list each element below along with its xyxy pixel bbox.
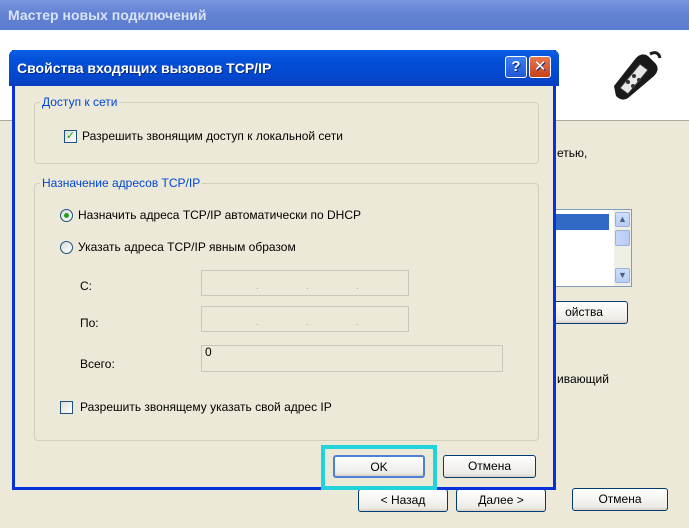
allow-lan-checkbox[interactable]: ✓ xyxy=(64,130,77,143)
explicit-address-label[interactable]: Указать адреса TCP/IP явным образом xyxy=(78,240,296,254)
phone-handset-icon xyxy=(606,46,664,104)
dialog-titlebar: Свойства входящих вызовов TCP/IP ? ✕ xyxy=(9,50,559,86)
dialog-title: Свойства входящих вызовов TCP/IP xyxy=(17,60,272,76)
scroll-down-icon[interactable]: ▼ xyxy=(615,268,630,283)
wizard-text-network: етью, xyxy=(557,146,588,160)
to-ip-field[interactable]: ... xyxy=(201,306,409,332)
scroll-thumb[interactable] xyxy=(615,230,630,246)
wizard-next-button[interactable]: Далее > xyxy=(456,489,546,512)
allow-caller-ip-checkbox[interactable] xyxy=(60,401,73,414)
network-access-group-label: Доступ к сети xyxy=(40,95,120,109)
from-ip-field[interactable]: ... xyxy=(201,270,409,296)
to-label: По: xyxy=(80,316,99,330)
tcpip-assignment-group-label: Назначение адресов TCP/IP xyxy=(40,176,203,190)
allow-caller-ip-label[interactable]: Разрешить звонящему указать свой адрес I… xyxy=(80,400,332,414)
list-selected-item[interactable] xyxy=(547,214,609,230)
dhcp-label[interactable]: Назначить адреса TCP/IP автоматически по… xyxy=(78,208,361,222)
wizard-cancel-button[interactable]: Отмена xyxy=(572,488,668,511)
close-icon[interactable]: ✕ xyxy=(529,56,551,78)
total-field: 0 xyxy=(201,345,503,372)
ok-button[interactable]: OK xyxy=(333,455,425,478)
radio-selected-dot xyxy=(64,213,69,218)
total-label: Всего: xyxy=(80,357,115,371)
explicit-address-radio[interactable] xyxy=(60,241,73,254)
help-icon[interactable]: ? xyxy=(505,56,527,78)
list-scrollbar[interactable]: ▲ ▼ xyxy=(614,210,631,286)
allow-lan-label[interactable]: Разрешить звонящим доступ к локальной се… xyxy=(82,129,343,143)
scroll-up-icon[interactable]: ▲ xyxy=(615,212,630,227)
wizard-protocol-list[interactable]: ▲ ▼ xyxy=(546,209,632,287)
from-label: С: xyxy=(80,279,92,293)
wizard-text-calling: ивающий xyxy=(557,372,609,386)
wizard-title: Мастер новых подключений xyxy=(0,0,689,30)
dhcp-radio[interactable] xyxy=(60,209,73,222)
dialog-cancel-button[interactable]: Отмена xyxy=(443,455,536,478)
wizard-back-button[interactable]: < Назад xyxy=(358,489,448,512)
